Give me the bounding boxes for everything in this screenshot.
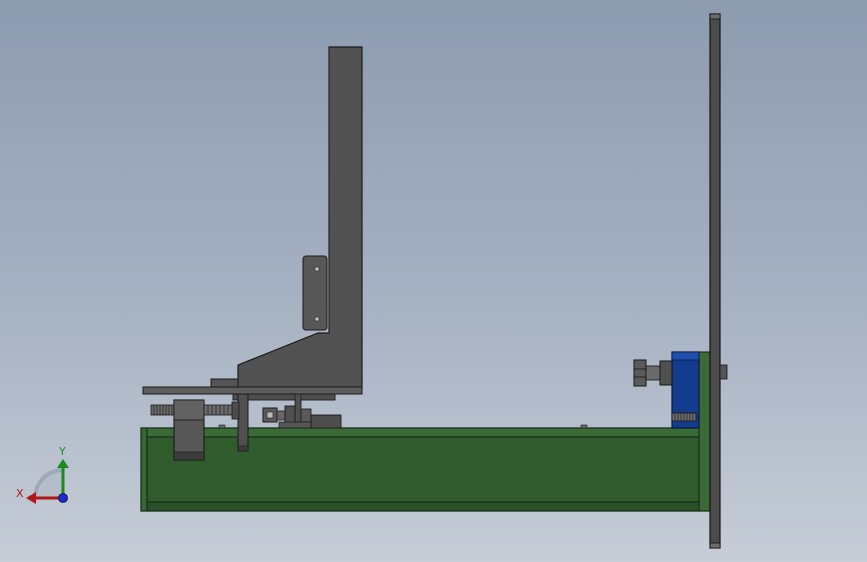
middle-fixture-blocks [262, 405, 342, 429]
green-base-frame [140, 351, 711, 512]
axis-triad: Y X [16, 445, 69, 504]
y-axis-label: Y [58, 445, 66, 458]
y-axis-arrow [57, 459, 69, 468]
tall-gray-bracket [210, 46, 363, 389]
cad-drawing: Y X [16, 13, 728, 549]
x-axis-arrow [26, 492, 36, 504]
x-axis-label: X [16, 487, 24, 500]
z-axis-origin [58, 493, 68, 503]
vertical-end-plate [709, 13, 721, 549]
cad-viewport[interactable]: Y X [0, 0, 867, 562]
